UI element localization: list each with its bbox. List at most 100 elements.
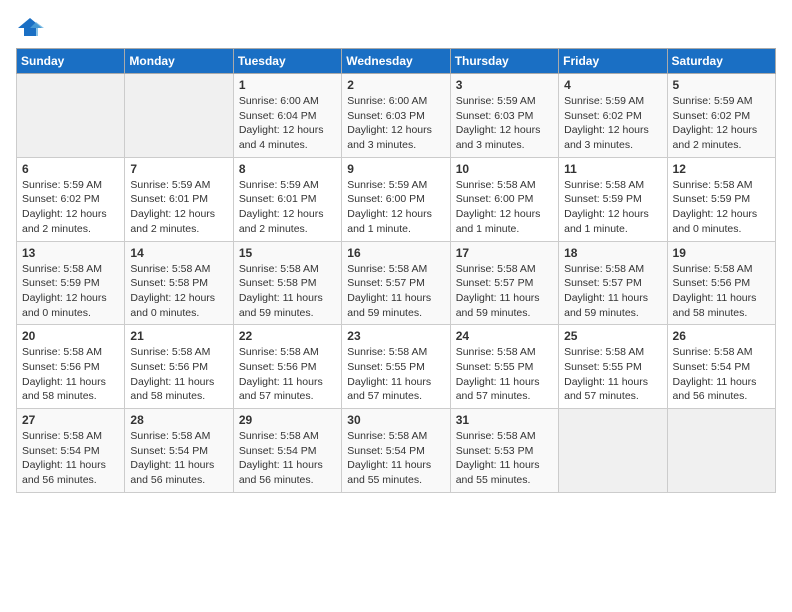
calendar-cell: 30 Sunrise: 5:58 AM Sunset: 5:54 PM Dayli…	[342, 409, 450, 493]
day-header-friday: Friday	[559, 49, 667, 74]
day-info: Sunrise: 5:59 AM Sunset: 6:02 PM Dayligh…	[22, 178, 119, 237]
day-info: Sunrise: 6:00 AM Sunset: 6:03 PM Dayligh…	[347, 94, 444, 153]
calendar-cell: 16 Sunrise: 5:58 AM Sunset: 5:57 PM Dayli…	[342, 241, 450, 325]
calendar-cell: 31 Sunrise: 5:58 AM Sunset: 5:53 PM Dayli…	[450, 409, 558, 493]
day-number: 6	[22, 162, 119, 176]
calendar-cell: 5 Sunrise: 5:59 AM Sunset: 6:02 PM Daylig…	[667, 74, 775, 158]
calendar-cell: 20Sunrise: 5:58 AM Sunset: 5:56 PM Dayli…	[17, 325, 125, 409]
day-number: 23	[347, 329, 444, 343]
day-info: Sunrise: 5:58 AM Sunset: 5:59 PM Dayligh…	[22, 262, 119, 321]
day-info: Sunrise: 5:59 AM Sunset: 6:02 PM Dayligh…	[564, 94, 661, 153]
day-number: 30	[347, 413, 444, 427]
calendar-cell: 1 Sunrise: 6:00 AM Sunset: 6:04 PM Daylig…	[233, 74, 341, 158]
calendar-cell	[125, 74, 233, 158]
day-info: Sunrise: 5:58 AM Sunset: 5:55 PM Dayligh…	[456, 345, 553, 404]
day-number: 25	[564, 329, 661, 343]
calendar-cell	[559, 409, 667, 493]
day-number: 27	[22, 413, 119, 427]
day-info: Sunrise: 5:58 AM Sunset: 5:57 PM Dayligh…	[456, 262, 553, 321]
calendar-cell: 3 Sunrise: 5:59 AM Sunset: 6:03 PM Daylig…	[450, 74, 558, 158]
day-header-tuesday: Tuesday	[233, 49, 341, 74]
week-row-1: 6 Sunrise: 5:59 AM Sunset: 6:02 PM Daylig…	[17, 157, 776, 241]
calendar-cell: 19 Sunrise: 5:58 AM Sunset: 5:56 PM Dayli…	[667, 241, 775, 325]
day-number: 1	[239, 78, 336, 92]
day-number: 31	[456, 413, 553, 427]
day-number: 14	[130, 246, 227, 260]
day-number: 11	[564, 162, 661, 176]
day-info: Sunrise: 5:58 AM Sunset: 6:00 PM Dayligh…	[456, 178, 553, 237]
day-info: Sunrise: 5:59 AM Sunset: 6:01 PM Dayligh…	[239, 178, 336, 237]
day-number: 7	[130, 162, 227, 176]
calendar-cell: 14Sunrise: 5:58 AM Sunset: 5:58 PM Dayli…	[125, 241, 233, 325]
day-info: Sunrise: 5:58 AM Sunset: 5:54 PM Dayligh…	[239, 429, 336, 488]
week-row-2: 13Sunrise: 5:58 AM Sunset: 5:59 PM Dayli…	[17, 241, 776, 325]
day-info: Sunrise: 5:58 AM Sunset: 5:56 PM Dayligh…	[130, 345, 227, 404]
day-number: 16	[347, 246, 444, 260]
day-number: 3	[456, 78, 553, 92]
day-number: 19	[673, 246, 770, 260]
calendar-cell: 26Sunrise: 5:58 AM Sunset: 5:54 PM Dayli…	[667, 325, 775, 409]
day-number: 28	[130, 413, 227, 427]
day-info: Sunrise: 5:59 AM Sunset: 6:03 PM Dayligh…	[456, 94, 553, 153]
day-number: 21	[130, 329, 227, 343]
day-info: Sunrise: 5:58 AM Sunset: 5:56 PM Dayligh…	[673, 262, 770, 321]
calendar-cell: 28 Sunrise: 5:58 AM Sunset: 5:54 PM Dayli…	[125, 409, 233, 493]
week-row-3: 20Sunrise: 5:58 AM Sunset: 5:56 PM Dayli…	[17, 325, 776, 409]
calendar-cell: 23 Sunrise: 5:58 AM Sunset: 5:55 PM Dayli…	[342, 325, 450, 409]
day-header-saturday: Saturday	[667, 49, 775, 74]
calendar-cell: 12Sunrise: 5:58 AM Sunset: 5:59 PM Dayli…	[667, 157, 775, 241]
calendar-cell: 25Sunrise: 5:58 AM Sunset: 5:55 PM Dayli…	[559, 325, 667, 409]
day-info: Sunrise: 5:58 AM Sunset: 5:53 PM Dayligh…	[456, 429, 553, 488]
week-row-4: 27 Sunrise: 5:58 AM Sunset: 5:54 PM Dayli…	[17, 409, 776, 493]
day-info: Sunrise: 5:59 AM Sunset: 6:02 PM Dayligh…	[673, 94, 770, 153]
day-info: Sunrise: 5:59 AM Sunset: 6:00 PM Dayligh…	[347, 178, 444, 237]
calendar-cell: 27 Sunrise: 5:58 AM Sunset: 5:54 PM Dayli…	[17, 409, 125, 493]
calendar-cell: 17Sunrise: 5:58 AM Sunset: 5:57 PM Dayli…	[450, 241, 558, 325]
calendar-cell: 13Sunrise: 5:58 AM Sunset: 5:59 PM Dayli…	[17, 241, 125, 325]
day-info: Sunrise: 5:58 AM Sunset: 5:58 PM Dayligh…	[239, 262, 336, 321]
day-info: Sunrise: 6:00 AM Sunset: 6:04 PM Dayligh…	[239, 94, 336, 153]
day-info: Sunrise: 5:58 AM Sunset: 5:56 PM Dayligh…	[22, 345, 119, 404]
day-info: Sunrise: 5:58 AM Sunset: 5:54 PM Dayligh…	[130, 429, 227, 488]
day-number: 9	[347, 162, 444, 176]
calendar-cell: 18 Sunrise: 5:58 AM Sunset: 5:57 PM Dayli…	[559, 241, 667, 325]
day-header-thursday: Thursday	[450, 49, 558, 74]
day-number: 2	[347, 78, 444, 92]
logo	[16, 16, 48, 38]
day-info: Sunrise: 5:58 AM Sunset: 5:54 PM Dayligh…	[22, 429, 119, 488]
calendar-header-row: SundayMondayTuesdayWednesdayThursdayFrid…	[17, 49, 776, 74]
day-header-sunday: Sunday	[17, 49, 125, 74]
week-row-0: 1 Sunrise: 6:00 AM Sunset: 6:04 PM Daylig…	[17, 74, 776, 158]
day-number: 4	[564, 78, 661, 92]
calendar-cell: 7 Sunrise: 5:59 AM Sunset: 6:01 PM Daylig…	[125, 157, 233, 241]
day-number: 18	[564, 246, 661, 260]
day-number: 10	[456, 162, 553, 176]
day-number: 15	[239, 246, 336, 260]
calendar-cell	[667, 409, 775, 493]
day-info: Sunrise: 5:58 AM Sunset: 5:59 PM Dayligh…	[673, 178, 770, 237]
calendar-cell: 10 Sunrise: 5:58 AM Sunset: 6:00 PM Dayli…	[450, 157, 558, 241]
calendar-table: SundayMondayTuesdayWednesdayThursdayFrid…	[16, 48, 776, 493]
day-info: Sunrise: 5:58 AM Sunset: 5:55 PM Dayligh…	[347, 345, 444, 404]
calendar-cell: 4 Sunrise: 5:59 AM Sunset: 6:02 PM Daylig…	[559, 74, 667, 158]
day-header-monday: Monday	[125, 49, 233, 74]
calendar-cell: 11 Sunrise: 5:58 AM Sunset: 5:59 PM Dayli…	[559, 157, 667, 241]
calendar-cell: 21 Sunrise: 5:58 AM Sunset: 5:56 PM Dayli…	[125, 325, 233, 409]
calendar-cell: 15 Sunrise: 5:58 AM Sunset: 5:58 PM Dayli…	[233, 241, 341, 325]
logo-icon	[16, 16, 44, 38]
calendar-cell: 2 Sunrise: 6:00 AM Sunset: 6:03 PM Daylig…	[342, 74, 450, 158]
day-info: Sunrise: 5:59 AM Sunset: 6:01 PM Dayligh…	[130, 178, 227, 237]
page-header	[16, 16, 776, 38]
day-number: 5	[673, 78, 770, 92]
calendar-cell: 24Sunrise: 5:58 AM Sunset: 5:55 PM Dayli…	[450, 325, 558, 409]
calendar-cell: 9 Sunrise: 5:59 AM Sunset: 6:00 PM Daylig…	[342, 157, 450, 241]
day-number: 26	[673, 329, 770, 343]
calendar-cell: 6 Sunrise: 5:59 AM Sunset: 6:02 PM Daylig…	[17, 157, 125, 241]
day-info: Sunrise: 5:58 AM Sunset: 5:56 PM Dayligh…	[239, 345, 336, 404]
day-info: Sunrise: 5:58 AM Sunset: 5:57 PM Dayligh…	[564, 262, 661, 321]
day-number: 22	[239, 329, 336, 343]
calendar-cell: 22 Sunrise: 5:58 AM Sunset: 5:56 PM Dayli…	[233, 325, 341, 409]
day-info: Sunrise: 5:58 AM Sunset: 5:59 PM Dayligh…	[564, 178, 661, 237]
day-info: Sunrise: 5:58 AM Sunset: 5:54 PM Dayligh…	[347, 429, 444, 488]
day-info: Sunrise: 5:58 AM Sunset: 5:57 PM Dayligh…	[347, 262, 444, 321]
